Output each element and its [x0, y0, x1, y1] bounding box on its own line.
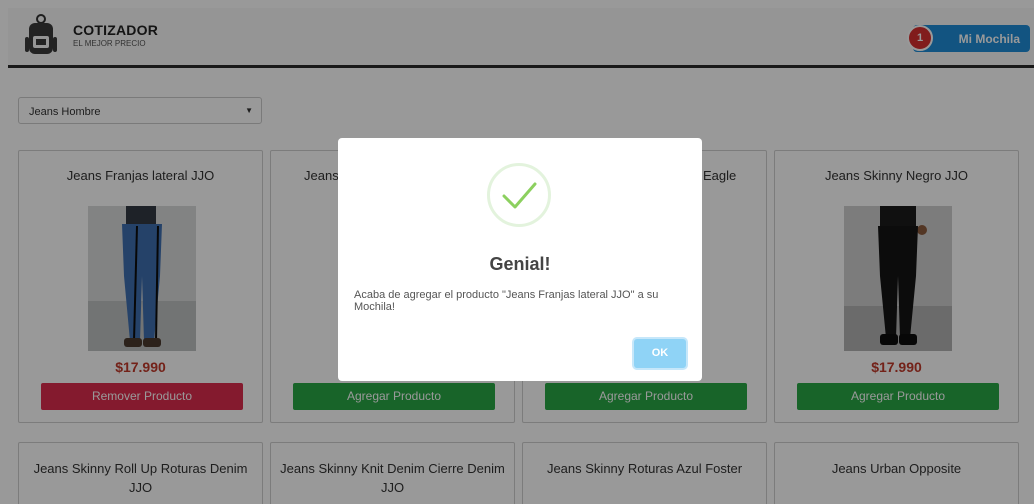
dialog-message: Acaba de agregar el producto "Jeans Fran… — [354, 289, 659, 313]
success-dialog: Genial! Acaba de agregar el producto "Je… — [338, 138, 702, 381]
check-icon — [502, 182, 537, 209]
dialog-title: Genial! — [489, 254, 551, 274]
ok-button[interactable]: OK — [634, 339, 686, 368]
success-icon-ring — [487, 163, 551, 227]
